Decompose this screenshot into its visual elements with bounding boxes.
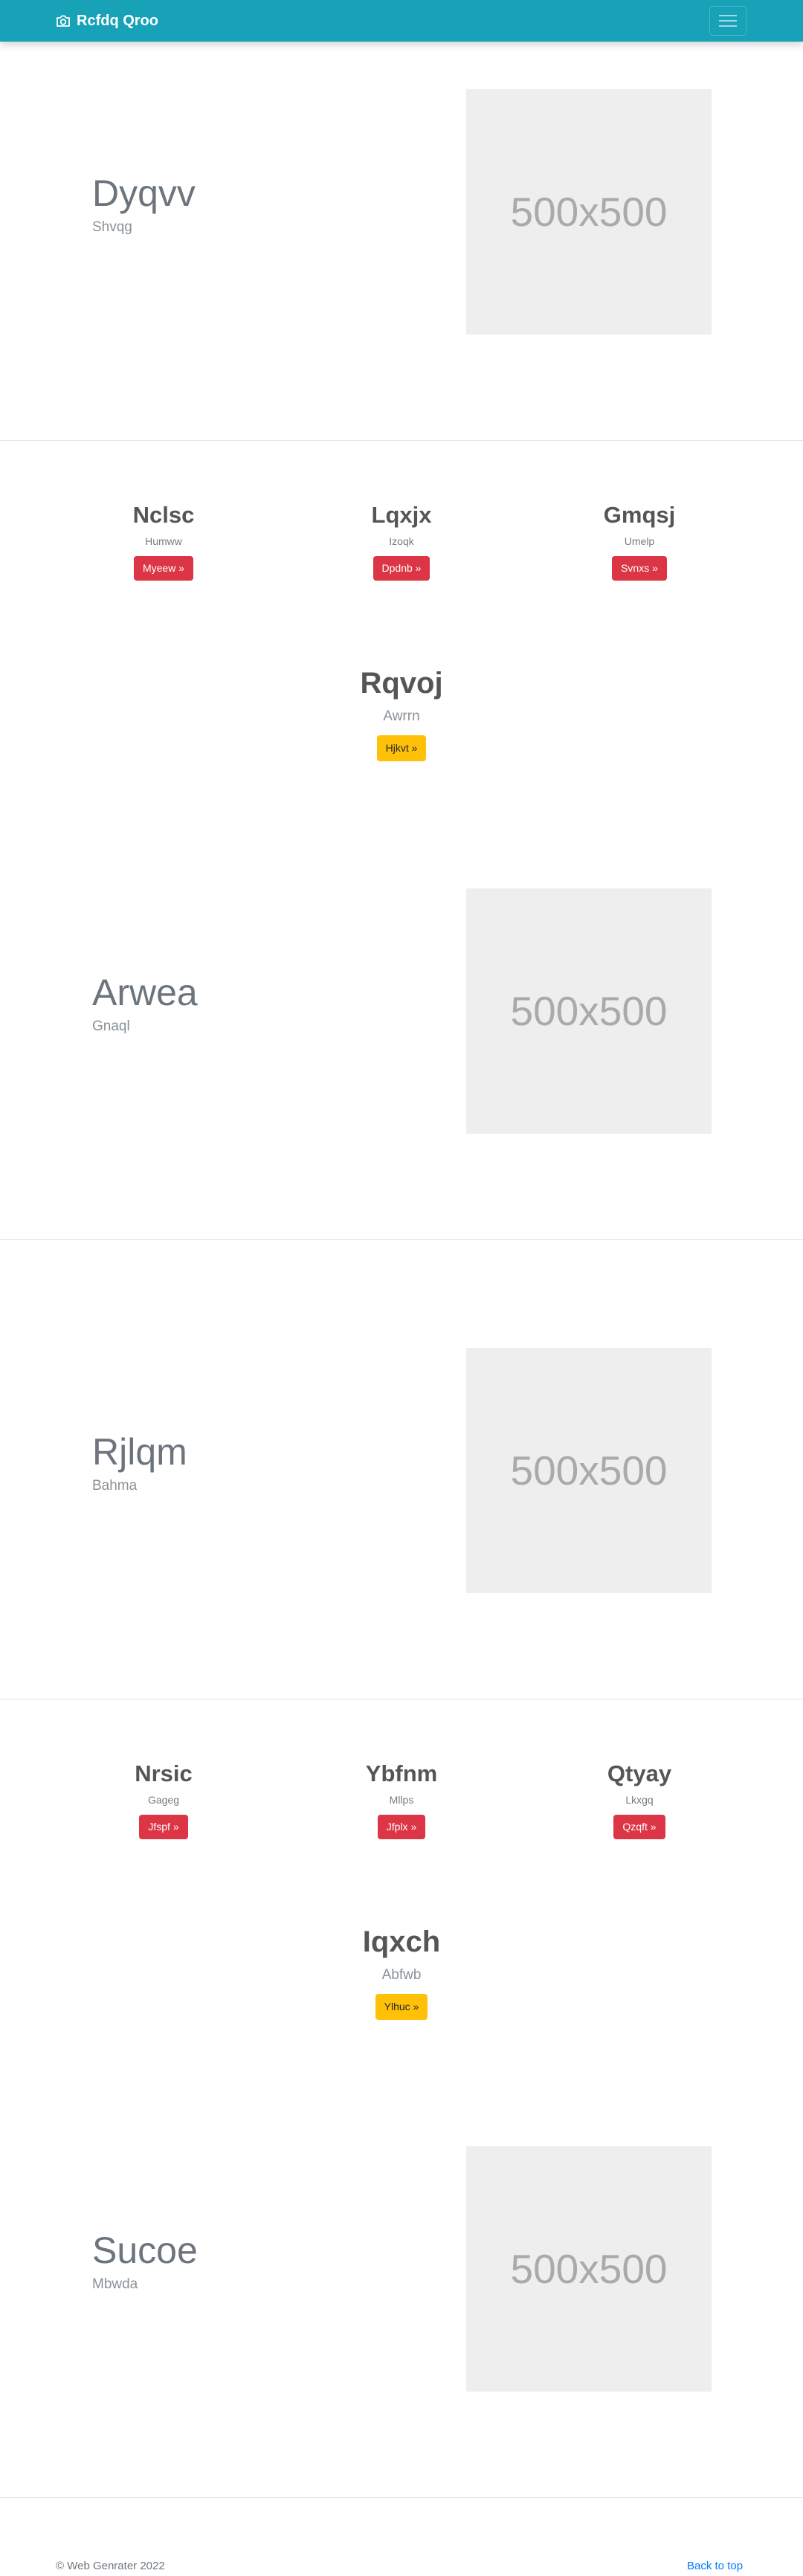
feature-text: Humww — [145, 535, 182, 548]
feature-text: Mllps — [389, 1794, 414, 1807]
center-feature-title: Rqvoj — [360, 667, 443, 700]
feature-button[interactable]: Svnxs » — [612, 556, 667, 581]
feature-text: Izoqk — [389, 535, 414, 548]
hero-title: Arwea — [92, 972, 198, 1013]
feature-text: Gageg — [147, 1794, 180, 1807]
hero-subtitle: Mbwda — [92, 2276, 138, 2292]
hero-subtitle: Shvqg — [92, 219, 132, 235]
divider — [0, 1239, 803, 1240]
navbar: Rcfdq Qroo — [0, 0, 803, 42]
feature-title: Qtyay — [607, 1760, 672, 1786]
back-to-top-link[interactable]: Back to top — [687, 2560, 743, 2572]
divider — [0, 440, 803, 441]
feature-column: Gmqsj Umelp Svnxs » — [565, 502, 714, 581]
placeholder-image: 500x500 — [466, 1348, 712, 1593]
feature-column: Lqxjx Izoqk Dpdnb » — [327, 502, 476, 581]
feature-text: Lkxgq — [625, 1794, 654, 1807]
hero-subtitle: Bahma — [92, 1478, 138, 1494]
feature-button[interactable]: Dpdnb » — [373, 556, 430, 581]
feature-button[interactable]: Jfplx » — [377, 1815, 426, 1839]
center-feature-text: Abfwb — [381, 1967, 422, 1983]
center-feature-title: Iqxch — [362, 1925, 441, 1958]
center-feature-button[interactable]: Hjkvt » — [376, 735, 427, 761]
feature-title: Gmqsj — [603, 502, 676, 528]
feature-button[interactable]: Jfspf » — [139, 1815, 188, 1839]
center-feature-text: Awrrn — [383, 708, 420, 724]
placeholder-image: 500x500 — [466, 89, 712, 335]
footer-copyright: © Web Genrater 2022 — [56, 2560, 165, 2572]
feature-text: Umelp — [624, 535, 655, 548]
placeholder-image: 500x500 — [466, 2146, 712, 2392]
hero-title: Rjlqm — [92, 1431, 187, 1473]
center-feature: Rqvoj Awrrn Hjkvt » — [253, 667, 550, 761]
hamburger-icon — [719, 15, 737, 27]
camera-icon — [57, 15, 70, 27]
brand-name: Rcfdq Qroo — [77, 12, 158, 29]
brand-link[interactable]: Rcfdq Qroo — [56, 10, 158, 31]
hero-subtitle: Gnaql — [92, 1019, 130, 1034]
feature-column: Nrsic Gageg Jfspf » — [89, 1760, 238, 1839]
feature-title: Ybfnm — [365, 1760, 438, 1786]
feature-button[interactable]: Myeew » — [133, 556, 194, 581]
center-feature: Iqxch Abfwb Ylhuc » — [253, 1925, 550, 2020]
feature-title: Nrsic — [135, 1760, 193, 1786]
hero-title: Sucoe — [92, 2230, 198, 2271]
feature-column: Qtyay Lkxgq Qzqft » — [565, 1760, 714, 1839]
feature-title: Lqxjx — [371, 502, 432, 528]
placeholder-image: 500x500 — [466, 888, 712, 1134]
feature-title: Nclsc — [132, 502, 195, 528]
hero-title: Dyqvv — [92, 172, 196, 214]
feature-button[interactable]: Qzqft » — [613, 1815, 665, 1839]
feature-column: Ybfnm Mllps Jfplx » — [327, 1760, 476, 1839]
divider — [0, 2497, 803, 2498]
feature-column: Nclsc Humww Myeew » — [89, 502, 238, 581]
center-feature-button[interactable]: Ylhuc » — [375, 1994, 428, 2020]
navbar-toggler-button[interactable] — [709, 6, 746, 36]
